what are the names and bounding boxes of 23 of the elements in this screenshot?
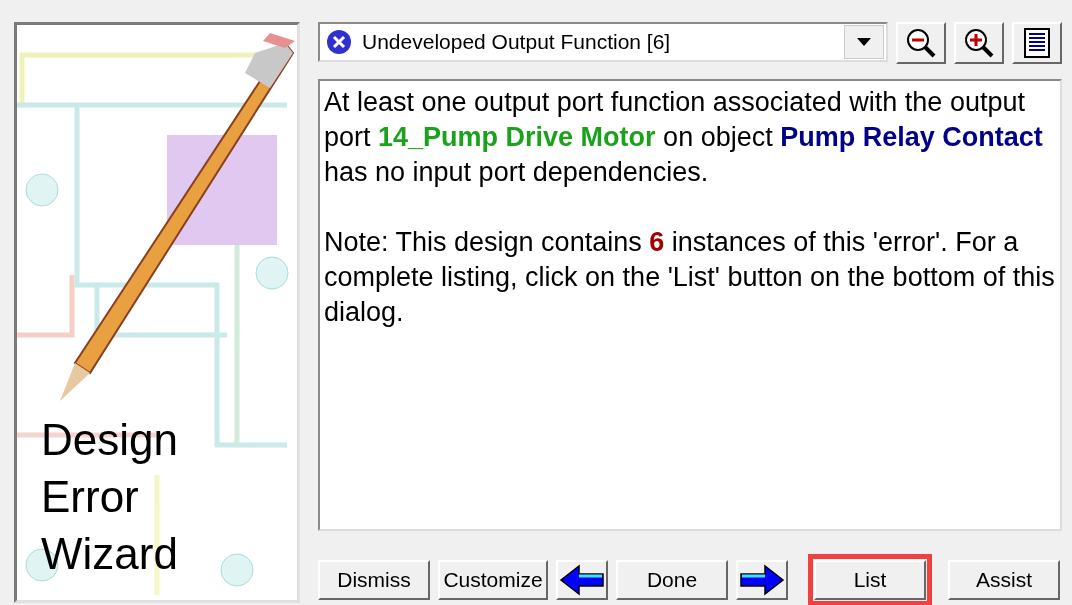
dropdown-value: Undeveloped Output Function [6]: [362, 30, 672, 54]
dialog-button[interactable]: Done: [616, 560, 728, 600]
previous-button[interactable]: [556, 560, 608, 600]
zoom-out-icon: [906, 28, 936, 58]
message-paragraph: At least one output port function associated with the output port 14_Pump Drive Motor on object Pump Relay Contact has no input port dependencies.: [324, 86, 1044, 189]
dialog-button[interactable]: Assist: [948, 560, 1060, 600]
error-icon: [326, 29, 352, 55]
dialog-button[interactable]: Customize: [438, 560, 548, 600]
list-button[interactable]: [1012, 22, 1062, 64]
wizard-title: Design Error Wizard: [41, 414, 179, 580]
zoom-in-button[interactable]: [954, 22, 1004, 64]
caret-icon: [857, 38, 871, 46]
dialog-button[interactable]: List: [814, 560, 926, 600]
dropdown-button[interactable]: [844, 25, 884, 59]
zoom-in-icon: [964, 28, 994, 58]
left-arrow-icon: [559, 564, 605, 596]
dialog-button[interactable]: Dismiss: [318, 560, 430, 600]
right-arrow-icon: [739, 564, 785, 596]
next-button[interactable]: [736, 560, 788, 600]
error-type-dropdown[interactable]: Undeveloped Output Function [6]: [318, 22, 888, 62]
message-paragraph: Note: This design contains 6 instances of this 'error'. For a complete listing, click on the 'List' button on the bottom of this dialog.: [324, 226, 1056, 329]
list-icon: [1024, 28, 1050, 58]
zoom-out-button[interactable]: [896, 22, 946, 64]
